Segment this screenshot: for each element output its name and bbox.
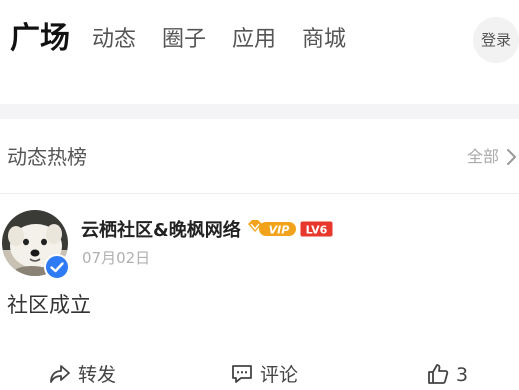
comment-label: 评论 xyxy=(260,364,299,386)
like-count: 3 xyxy=(456,364,469,386)
section-separator xyxy=(0,104,519,119)
view-all-label: 全部 xyxy=(467,147,500,166)
top-nav: 广场 动态 圈子 应用 商城 登录 xyxy=(0,0,519,80)
post-date: 07月02日 xyxy=(82,249,151,267)
tab-circles[interactable]: 圈子 xyxy=(162,24,206,56)
share-label: 转发 xyxy=(78,364,117,386)
section-title: 动态热榜 xyxy=(7,145,87,169)
view-all-link[interactable]: 全部 xyxy=(467,145,516,169)
like-icon xyxy=(428,364,449,384)
post-author[interactable]: 云栖社区&晚枫网络 xyxy=(81,218,241,244)
tab-feed[interactable]: 动态 xyxy=(92,24,136,56)
tab-plaza[interactable]: 广场 xyxy=(10,20,70,58)
share-button[interactable]: 转发 xyxy=(48,360,128,390)
level-badge-text: LV6 xyxy=(306,224,328,237)
comment-button[interactable]: 评论 xyxy=(230,360,310,390)
vip-badge-text: VIP xyxy=(269,224,290,237)
share-icon xyxy=(50,365,70,383)
tab-apps[interactable]: 应用 xyxy=(232,24,276,56)
level-badge: LV6 xyxy=(300,221,333,237)
like-button[interactable]: 3 xyxy=(426,360,486,390)
login-button[interactable]: 登录 xyxy=(473,17,519,63)
comment-icon xyxy=(232,365,252,383)
post-content[interactable]: 社区成立 xyxy=(7,290,91,320)
vip-badge: VIP xyxy=(248,220,296,237)
divider xyxy=(0,193,519,194)
verified-icon xyxy=(44,254,70,280)
chevron-right-icon xyxy=(507,149,516,165)
tab-store[interactable]: 商城 xyxy=(302,24,346,56)
